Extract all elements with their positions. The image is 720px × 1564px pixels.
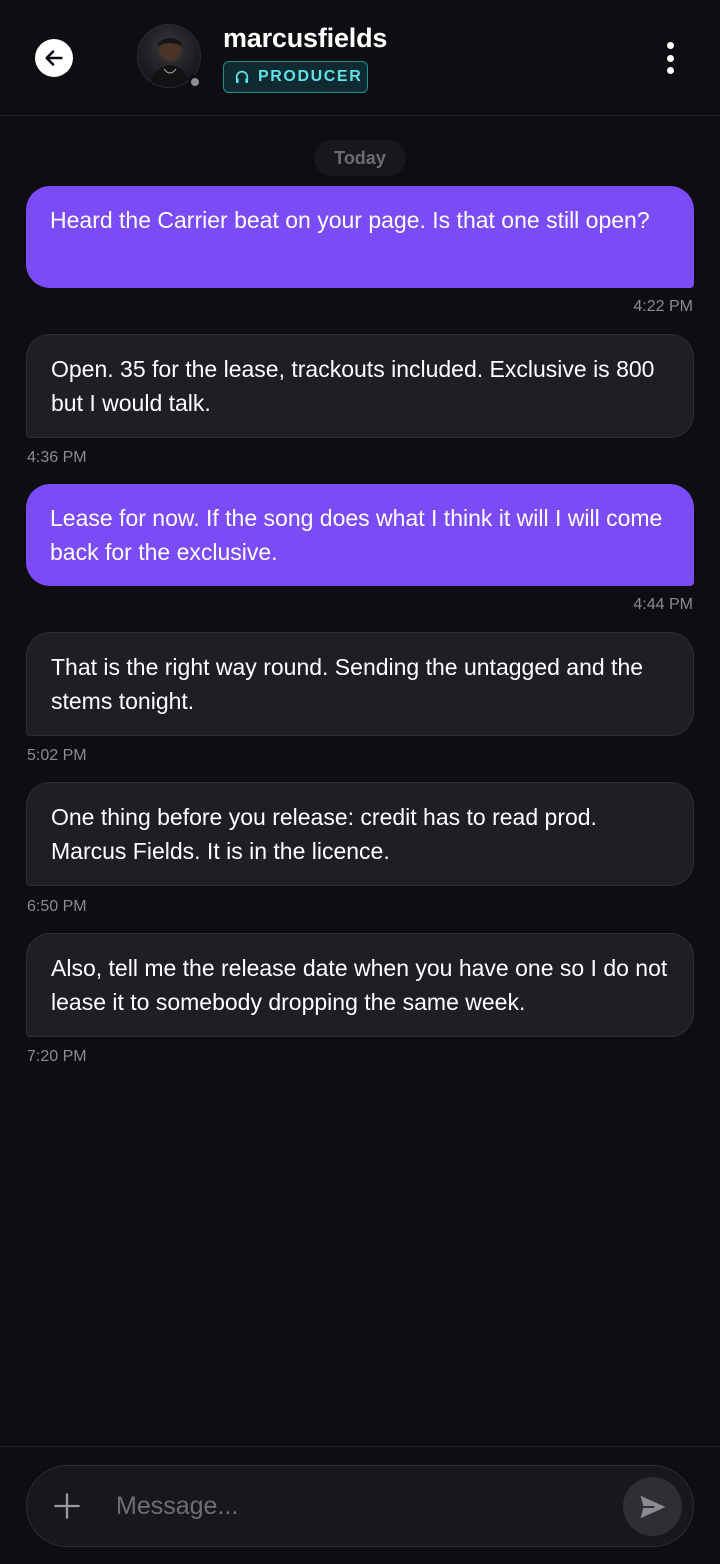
- date-separator: Today: [314, 140, 406, 176]
- send-button[interactable]: [623, 1477, 682, 1536]
- message-bubble-outgoing[interactable]: Heard the Carrier beat on your page. Is …: [26, 186, 694, 288]
- presence-dot: [188, 75, 202, 89]
- arrow-left-icon: [45, 50, 63, 66]
- message-timestamp: 4:22 PM: [633, 298, 693, 315]
- message-bubble-incoming[interactable]: That is the right way round. Sending the…: [26, 632, 694, 736]
- message-bubble-outgoing[interactable]: Lease for now. If the song does what I t…: [26, 484, 694, 586]
- role-badge: PRODUCER: [223, 61, 368, 93]
- message-timestamp: 5:02 PM: [27, 747, 87, 764]
- username[interactable]: marcusfields: [223, 23, 387, 54]
- message-bubble-incoming[interactable]: One thing before you release: credit has…: [26, 782, 694, 886]
- message-bubble-incoming[interactable]: Also, tell me the release date when you …: [26, 933, 694, 1037]
- more-vertical-icon: [666, 42, 674, 49]
- message-bubble-incoming[interactable]: Open. 35 for the lease, trackouts includ…: [26, 334, 694, 438]
- avatar[interactable]: [137, 24, 203, 90]
- plus-icon: [54, 1493, 80, 1519]
- message-timestamp: 4:36 PM: [27, 449, 87, 466]
- back-button[interactable]: [35, 39, 73, 77]
- send-icon: [640, 1495, 665, 1518]
- more-options-button[interactable]: [656, 40, 684, 76]
- attach-button[interactable]: [48, 1487, 86, 1525]
- chat-header: marcusfields PRODUCER: [0, 0, 720, 116]
- message-timestamp: 7:20 PM: [27, 1048, 87, 1065]
- headphones-icon: [235, 70, 249, 83]
- message-timestamp: 4:44 PM: [633, 596, 693, 613]
- chat-screen: marcusfields PRODUCER Today Heard the Ca…: [0, 0, 720, 1564]
- message-input[interactable]: [116, 1484, 596, 1528]
- role-label: PRODUCER: [258, 68, 363, 85]
- message-timestamp: 6:50 PM: [27, 898, 87, 915]
